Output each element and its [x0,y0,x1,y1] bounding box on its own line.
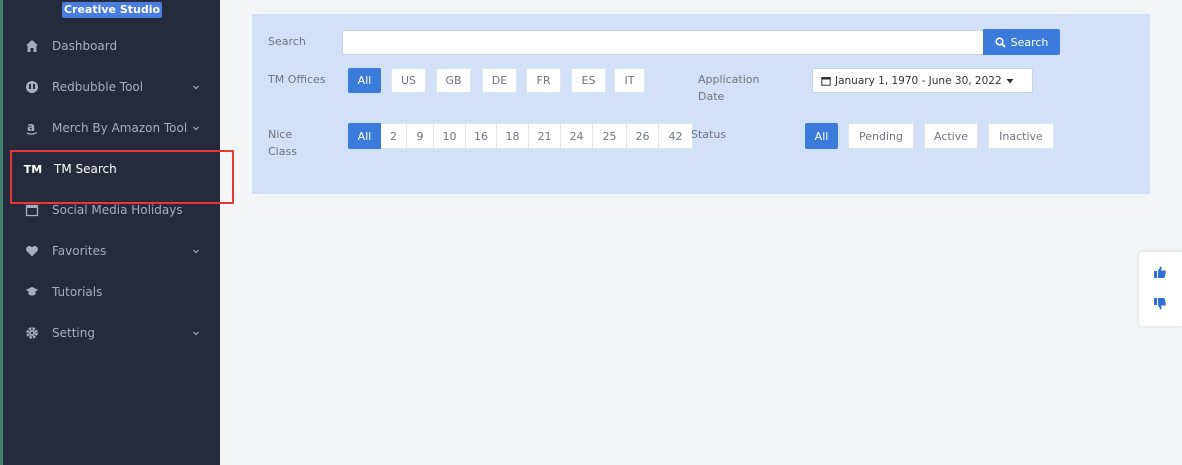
highlight-annotation-box [10,150,234,204]
chevron-down-icon [193,249,199,254]
sidebar-item-label: Merch By Amazon Tool [52,121,188,135]
office-chip-it[interactable]: IT [614,68,645,93]
amazon-icon: a [25,121,39,135]
chevron-down-icon [193,85,199,90]
nice-class-button-group: All 2 9 10 16 18 21 24 25 26 42 [348,123,693,149]
sidebar: Creative Studio Dashboard Redbubble Tool… [0,0,220,465]
thumbs-up-button[interactable] [1151,263,1169,281]
sidebar-item-merch-by-amazon-tool[interactable]: a Merch By Amazon Tool [0,117,220,139]
office-chip-de[interactable]: DE [482,68,517,93]
search-button[interactable]: Search [983,29,1060,55]
sidebar-item-redbubble-tool[interactable]: Redbubble Tool [0,76,220,98]
search-icon [994,36,1006,48]
feedback-widget [1139,252,1182,326]
gear-icon [25,326,39,340]
class-chip-26[interactable]: 26 [627,123,659,149]
calendar-icon [821,76,831,86]
office-chip-us[interactable]: US [391,68,426,93]
sidebar-item-tutorials[interactable]: Tutorials [0,281,220,303]
status-chip-all[interactable]: All [805,123,838,149]
sidebar-item-label: Redbubble Tool [52,80,144,94]
search-button-label: Search [1010,35,1049,49]
status-chip-inactive[interactable]: Inactive [988,123,1054,149]
class-chip-9[interactable]: 9 [407,123,434,149]
sidebar-item-label: Social Media Holidays [52,203,183,217]
date-range-value: January 1, 1970 - June 30, 2022 [835,74,1002,87]
sidebar-item-favorites[interactable]: Favorites [0,240,220,262]
status-label: Status [691,128,727,141]
application-date-label: Application Date [698,73,760,103]
calendar-icon [25,203,39,217]
search-label: Search [268,35,306,48]
thumbs-down-icon [1154,298,1166,310]
date-range-picker[interactable]: January 1, 1970 - June 30, 2022 [812,68,1033,93]
heart-icon [25,244,39,258]
sidebar-item-dashboard[interactable]: Dashboard [0,35,220,57]
sidebar-item-setting[interactable]: Setting [0,322,220,344]
nice-class-label: Nice Class [268,128,297,158]
filter-panel: Search Search TM Offices All US GB DE FR… [252,14,1150,194]
brand-logo[interactable]: Creative Studio [62,2,162,18]
class-chip-24[interactable]: 24 [561,123,593,149]
office-chip-es[interactable]: ES [571,68,606,93]
thumbs-down-button[interactable] [1151,295,1169,313]
office-chip-gb[interactable]: GB [436,68,471,93]
class-chip-21[interactable]: 21 [529,123,561,149]
class-chip-2[interactable]: 2 [381,123,407,149]
caret-down-icon [1006,78,1014,83]
office-chip-fr[interactable]: FR [526,68,561,93]
sidebar-item-label: Favorites [52,244,107,258]
status-chip-active[interactable]: Active [924,123,978,149]
class-chip-25[interactable]: 25 [593,123,627,149]
tm-offices-label: TM Offices [268,73,326,86]
class-chip-42[interactable]: 42 [659,123,693,149]
sidebar-item-label: Tutorials [52,285,103,299]
svg-text:a: a [27,121,35,134]
class-chip-10[interactable]: 10 [434,123,466,149]
class-chip-18[interactable]: 18 [497,123,529,149]
home-icon [25,39,39,53]
status-chip-pending[interactable]: Pending [848,123,914,149]
thumbs-up-icon [1154,266,1166,278]
office-chip-all[interactable]: All [348,68,381,93]
graduation-cap-icon [25,285,39,299]
class-chip-all[interactable]: All [348,123,381,149]
sidebar-item-label: Setting [52,326,95,340]
sidebar-item-label: Dashboard [52,39,118,53]
search-input[interactable] [342,30,984,55]
redbubble-icon [25,80,39,94]
chevron-down-icon [193,126,199,131]
sidebar-accent-bar [0,0,3,465]
chevron-down-icon [193,331,199,336]
class-chip-16[interactable]: 16 [466,123,497,149]
